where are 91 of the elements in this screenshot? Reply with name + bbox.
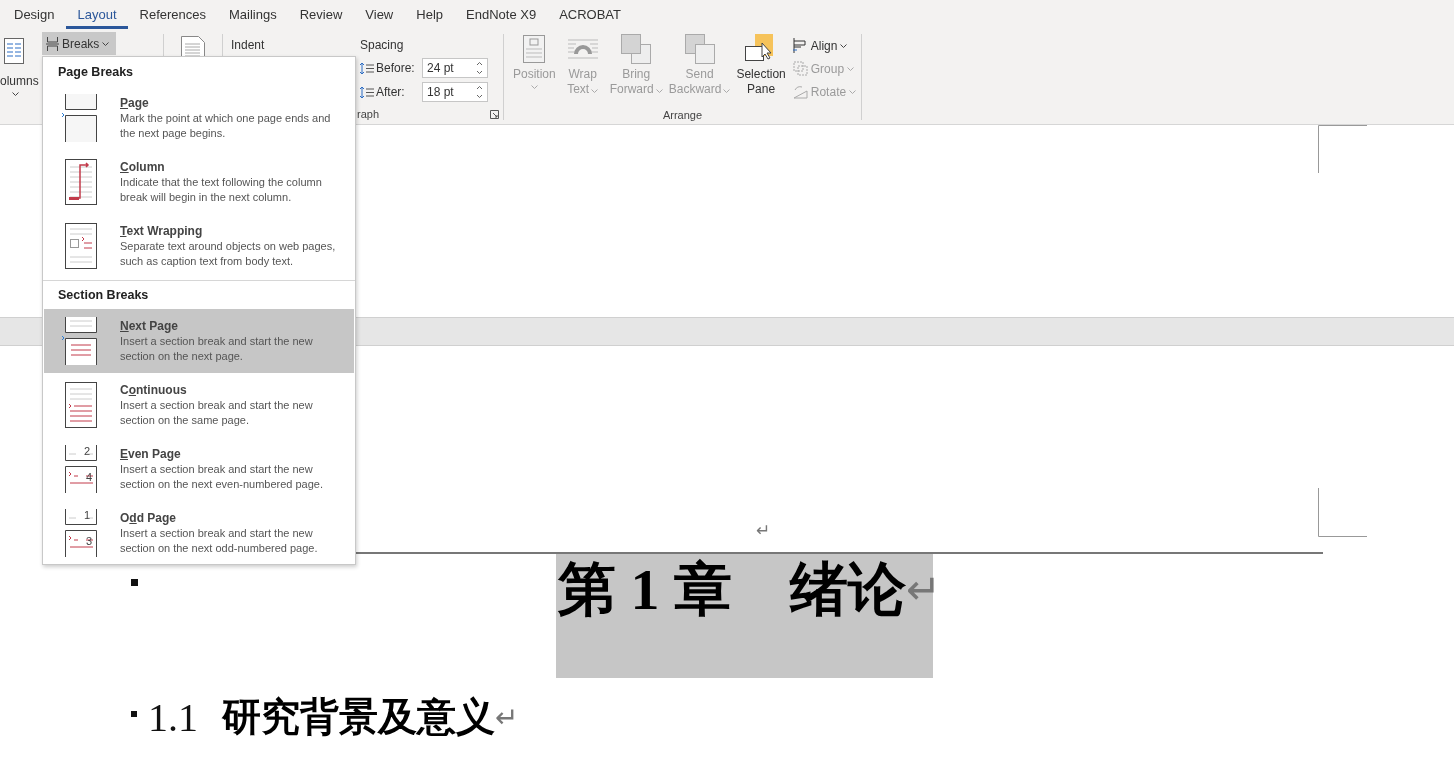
menu-item-title: Page xyxy=(120,95,150,111)
ribbon-tab[interactable]: References xyxy=(128,3,217,29)
page-number-label: 3 xyxy=(86,535,93,547)
menu-item-title: Text Wrapping xyxy=(120,223,204,239)
button-label: Bring xyxy=(622,67,651,82)
menu-item-title: Next Page xyxy=(120,318,180,334)
menu-section-title: Section Breaks xyxy=(57,287,150,304)
spacing-icon xyxy=(360,61,374,75)
button-label: Forward xyxy=(609,82,663,97)
ribbon-tab[interactable]: Design xyxy=(3,3,66,29)
menu-item-description: Separate text around objects on web pages, such as caption text from body text. xyxy=(120,239,337,269)
page-number-label: 1 xyxy=(84,509,91,521)
ribbon-tab[interactable]: EndNote X9 xyxy=(455,3,548,29)
menu-item-title: Column xyxy=(120,159,166,175)
page-break-icon xyxy=(62,317,98,365)
group-label: Arrange xyxy=(662,108,703,123)
column-break-icon xyxy=(62,158,98,206)
menu-item[interactable]: Continuous Insert a section break and start the new section on the same page. xyxy=(44,373,354,437)
crop-mark xyxy=(1318,125,1367,173)
caret-icon xyxy=(849,89,857,94)
button-label: Send xyxy=(685,67,714,82)
menu-item-description: Indicate that the text following the column break will begin in the next column. xyxy=(120,175,323,205)
paragraph-mark: ↵ xyxy=(756,522,772,540)
ribbon-tab[interactable]: View xyxy=(354,3,405,29)
chapter-heading: 第 1 章 绪论 xyxy=(558,556,906,624)
page-break-icon xyxy=(62,381,98,429)
menu-item[interactable]: Column Indicate that the text following the column break will begin in the next column. xyxy=(44,150,354,214)
page-number-label: 2 xyxy=(84,445,91,457)
group-icon xyxy=(792,61,808,76)
paragraph-mark: ↵ xyxy=(495,700,519,734)
section-heading: 研究背景及意义 xyxy=(222,694,495,740)
menu-item[interactable]: Text Wrapping Separate text around objects on web pages, such as caption text from body text. xyxy=(44,214,354,278)
page-break-icon xyxy=(62,445,98,493)
bullet-icon xyxy=(131,579,138,586)
menu-item-title: Even Page xyxy=(120,446,182,462)
spacing-icon xyxy=(360,85,374,99)
button-label: Text xyxy=(567,82,599,97)
group-label: raph xyxy=(357,108,380,120)
rotate-icon xyxy=(792,84,808,99)
spacing-field[interactable]: 24 pt xyxy=(422,58,488,78)
button-label: Selection xyxy=(736,67,786,82)
button-label: Wrap xyxy=(568,67,597,82)
menu-item-description: Insert a section break and start the new section on the next odd-numbered page. xyxy=(120,526,319,556)
menu-item-title: Continuous xyxy=(120,382,188,398)
caret-icon xyxy=(847,66,855,71)
spinner-arrows-icon[interactable] xyxy=(476,60,483,76)
spacing-field-label: After: xyxy=(376,85,406,99)
spinner-arrows-icon[interactable] xyxy=(476,84,483,100)
position-icon xyxy=(523,34,546,64)
button-label: Backward xyxy=(668,82,731,97)
spacing-field[interactable]: 18 pt xyxy=(422,82,488,102)
menu-section-title: Page Breaks xyxy=(57,64,135,81)
ribbon-tab[interactable]: Mailings xyxy=(218,3,288,29)
menu-item-title: Odd Page xyxy=(120,510,178,526)
ribbon-tab[interactable]: Review xyxy=(288,3,354,29)
menu-item[interactable]: 2 4 Even Page Insert a section break and start the new section on the next even-numbered page. xyxy=(44,437,354,501)
dialog-launcher-icon[interactable] xyxy=(490,109,499,119)
bullet-icon xyxy=(131,711,137,717)
page-break-icon xyxy=(62,94,98,142)
layers-icon xyxy=(621,34,652,64)
menu-item-description: Mark the point at which one page ends and the next page begins. xyxy=(120,111,332,141)
breaks-button[interactable]: Breaks xyxy=(42,32,117,55)
crop-mark xyxy=(1318,488,1367,537)
menu-item-description: Insert a section break and start the new section on the next even-numbered page. xyxy=(120,462,325,492)
caret-icon xyxy=(840,43,848,48)
ribbon-tab[interactable]: Help xyxy=(405,3,454,29)
indent-label: Indent xyxy=(231,38,266,54)
layers-icon xyxy=(684,34,715,64)
spacing-label: Spacing xyxy=(360,38,405,52)
caret-icon xyxy=(12,92,19,96)
paragraph-mark: ↵ xyxy=(906,565,942,615)
caret-icon xyxy=(102,41,110,46)
menu-item[interactable]: 1 3 Odd Page Insert a section break and start the new section on the next odd-numbered page. xyxy=(44,501,354,565)
ribbon-tab[interactable]: ACROBAT xyxy=(548,3,632,29)
arrange-small-button[interactable]: Align xyxy=(790,34,859,57)
columns-button[interactable]: olumns xyxy=(0,28,40,124)
text-wrapping-icon xyxy=(62,222,98,270)
menu-item[interactable]: Page Mark the point at which one page ends and the next page begins. xyxy=(44,86,354,150)
align-icon xyxy=(792,38,808,53)
menu-item-description: Insert a section break and start the new section on the next page. xyxy=(120,334,314,364)
button-label: Pane xyxy=(747,82,776,97)
arrange-button[interactable]: Selection Pane xyxy=(733,34,789,97)
page-break-icon xyxy=(62,509,98,557)
spacing-field-label: Before: xyxy=(376,61,416,75)
page-number-label: 4 xyxy=(86,471,93,483)
columns-icon xyxy=(4,38,24,64)
button-label: Position xyxy=(513,67,556,82)
menu-item-description: Insert a section break and start the new section on the same page. xyxy=(120,398,314,428)
page-break-icon xyxy=(46,36,59,51)
section-number: 1.1 xyxy=(148,693,198,741)
menu-item[interactable]: Next Page Insert a section break and start the new section on the next page. xyxy=(44,309,354,373)
